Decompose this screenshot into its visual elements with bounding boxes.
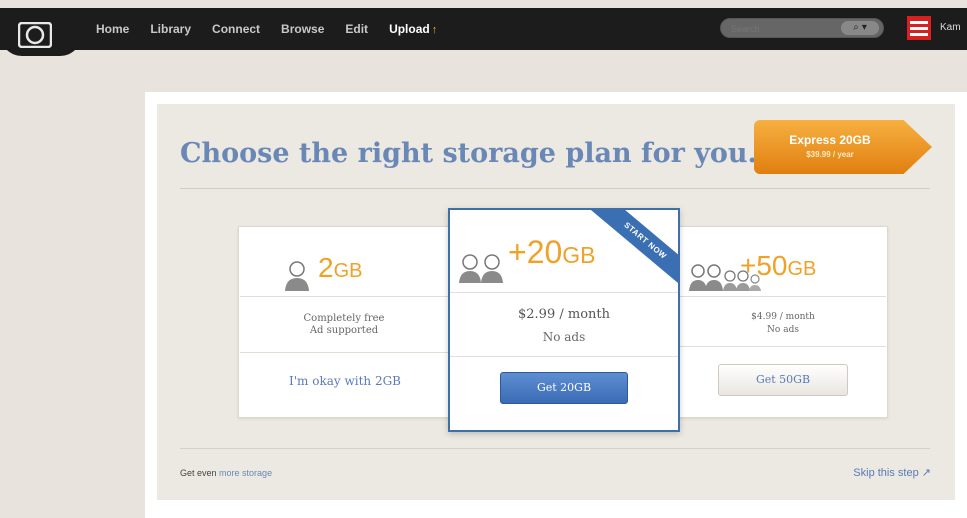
- title-divider: [180, 188, 930, 189]
- plan-20gb-number: +20: [508, 234, 563, 270]
- nav-upload[interactable]: Upload ↑: [389, 22, 437, 36]
- plan-2gb-line1: Completely free: [303, 313, 385, 324]
- username[interactable]: Kam: [940, 22, 961, 33]
- express-title: Express 20GB: [789, 133, 871, 147]
- avatar-stripe: [910, 33, 928, 36]
- single-user-icon: [285, 261, 309, 291]
- plan-2gb-size: 2GB: [318, 252, 362, 284]
- search-input[interactable]: [731, 21, 841, 37]
- page-title: Choose the right storage plan for you.: [180, 138, 757, 169]
- skip-arrow-icon: ↗: [921, 467, 931, 479]
- plan-2gb-unit: GB: [333, 260, 363, 282]
- plan-50gb-number: +50: [740, 250, 788, 281]
- main-nav: Home Library Connect Browse Edit Upload ↑: [96, 8, 458, 50]
- plan-divider: [450, 356, 678, 357]
- plan-20gb-unit: GB: [562, 242, 596, 268]
- nav-home[interactable]: Home: [96, 22, 129, 36]
- two-users-icon: [459, 254, 503, 283]
- plan-50gb-unit: GB: [787, 258, 817, 280]
- logo-tab[interactable]: [0, 8, 82, 56]
- plan-2gb-line2: Ad supported: [309, 325, 379, 336]
- avatar-stripe: [910, 27, 928, 30]
- more-storage-link[interactable]: more storage: [219, 468, 272, 478]
- plan-50gb-line1: $4.99 / month: [751, 312, 815, 322]
- nav-browse[interactable]: Browse: [281, 22, 324, 36]
- plan-divider: [240, 296, 448, 297]
- plan-divider: [680, 346, 886, 347]
- plan-50gb-size: +50GB: [740, 250, 816, 282]
- express-price: $39.99 / year: [806, 150, 854, 159]
- upload-arrow-icon: ↑: [431, 24, 438, 36]
- nav-connect[interactable]: Connect: [212, 22, 260, 36]
- search-icon[interactable]: ⌕ ▾: [841, 21, 879, 35]
- avatar[interactable]: [907, 16, 931, 40]
- camera-logo-icon: [18, 22, 52, 48]
- nav-library[interactable]: Library: [150, 22, 191, 36]
- avatar-stripe: [910, 21, 928, 24]
- nav-upload-label: Upload: [389, 22, 430, 36]
- get-20gb-button[interactable]: Get 20GB: [500, 372, 628, 404]
- express-arrow-shape: [754, 120, 932, 174]
- skip-label: Skip this step: [853, 467, 919, 479]
- plan-2gb-number: 2: [318, 252, 334, 283]
- express-plan-button[interactable]: Express 20GB $39.99 / year: [754, 120, 932, 174]
- footer-prefix: Get even: [180, 468, 217, 478]
- plan-divider: [450, 292, 678, 293]
- skip-step-link[interactable]: Skip this step ↗: [853, 466, 931, 479]
- footer-more-storage: Get even more storage: [180, 468, 272, 478]
- plan-50gb-line2: No ads: [767, 325, 799, 335]
- keep-2gb-link[interactable]: I'm okay with 2GB: [240, 374, 450, 388]
- plan-divider: [680, 296, 886, 297]
- search-box: ⌕ ▾: [720, 18, 884, 38]
- get-50gb-button[interactable]: Get 50GB: [718, 364, 848, 396]
- plan-divider: [240, 352, 448, 353]
- nav-edit[interactable]: Edit: [345, 22, 368, 36]
- plan-20gb-ads: No ads: [542, 330, 586, 344]
- footer-divider: [180, 448, 930, 449]
- plan-20gb-price: $2.99 / month: [518, 307, 610, 322]
- plan-20gb-size: +20GB: [508, 234, 596, 271]
